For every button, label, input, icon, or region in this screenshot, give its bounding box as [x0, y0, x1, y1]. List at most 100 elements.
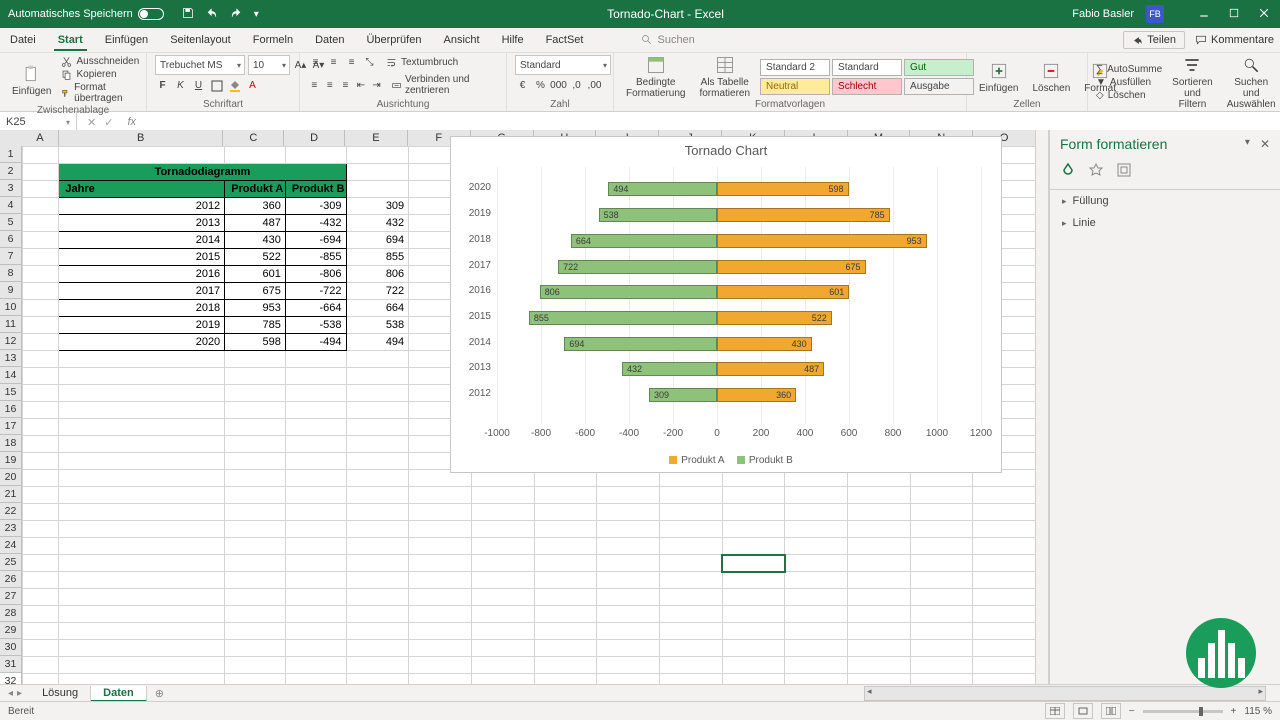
cell[interactable] — [346, 453, 409, 470]
cell[interactable] — [59, 589, 225, 606]
tab-überprüfen[interactable]: Überprüfen — [362, 30, 425, 51]
cell[interactable] — [785, 623, 848, 640]
cell[interactable] — [59, 640, 225, 657]
cell[interactable] — [534, 657, 597, 674]
cell[interactable] — [346, 589, 409, 606]
cell[interactable] — [847, 623, 910, 640]
effects-tab-icon[interactable] — [1088, 162, 1104, 181]
cell[interactable] — [346, 504, 409, 521]
cell[interactable] — [785, 589, 848, 606]
chart-bar-produkt-b[interactable]: 722 — [558, 260, 717, 274]
cell[interactable]: 2012 — [59, 198, 225, 215]
cell[interactable]: 675 — [225, 283, 286, 300]
cell[interactable] — [597, 538, 660, 555]
cell[interactable] — [59, 555, 225, 572]
cell[interactable] — [409, 538, 472, 555]
sheet-tab-daten[interactable]: Daten — [91, 686, 147, 702]
conditional-formatting-button[interactable]: Bedingte Formatierung — [622, 55, 689, 99]
cell-style-option[interactable]: Standard 2 — [760, 59, 830, 76]
cell[interactable] — [225, 487, 286, 504]
cell[interactable] — [722, 589, 785, 606]
cell[interactable] — [23, 453, 59, 470]
cell[interactable] — [285, 538, 346, 555]
cell[interactable] — [285, 470, 346, 487]
cell[interactable] — [659, 589, 722, 606]
chart-bar-produkt-a[interactable]: 785 — [717, 208, 890, 222]
cell[interactable] — [659, 504, 722, 521]
cell-style-option[interactable]: Ausgabe — [904, 78, 974, 95]
cancel-formula-icon[interactable]: ✕ — [87, 116, 96, 129]
cell[interactable] — [597, 504, 660, 521]
cell[interactable] — [346, 487, 409, 504]
cell[interactable] — [23, 249, 59, 266]
row-header[interactable]: 29 — [0, 622, 22, 639]
cell[interactable] — [225, 657, 286, 674]
minimize-icon[interactable] — [1198, 7, 1210, 22]
row-header[interactable]: 19 — [0, 452, 22, 469]
cell[interactable] — [23, 164, 59, 181]
cell[interactable] — [471, 606, 534, 623]
copy-button[interactable]: Kopieren — [61, 68, 139, 81]
undo-icon[interactable] — [206, 7, 218, 22]
row-header[interactable]: 26 — [0, 571, 22, 588]
cell[interactable] — [59, 487, 225, 504]
fill-button[interactable]: ▼Ausfüllen — [1096, 76, 1162, 89]
font-size-select[interactable]: 10 — [248, 55, 290, 75]
cell[interactable] — [346, 470, 409, 487]
cell[interactable] — [659, 538, 722, 555]
cell[interactable] — [847, 640, 910, 657]
fill-color-button[interactable] — [227, 78, 242, 93]
align-bottom-icon[interactable]: ≡ — [344, 55, 359, 70]
cell[interactable] — [973, 555, 1036, 572]
row-header[interactable]: 30 — [0, 639, 22, 656]
cell[interactable]: 487 — [225, 215, 286, 232]
cell[interactable] — [285, 555, 346, 572]
cell[interactable] — [910, 606, 973, 623]
cell[interactable] — [23, 419, 59, 436]
cell[interactable]: -664 — [285, 300, 346, 317]
cell[interactable]: 2014 — [59, 232, 225, 249]
cell[interactable]: -538 — [285, 317, 346, 334]
redo-icon[interactable] — [230, 7, 242, 22]
cell[interactable] — [409, 504, 472, 521]
cell[interactable]: 2013 — [59, 215, 225, 232]
cell[interactable] — [847, 606, 910, 623]
chart-bar-produkt-b[interactable]: 494 — [608, 182, 717, 196]
cell[interactable] — [973, 640, 1036, 657]
cell[interactable] — [285, 385, 346, 402]
row-header[interactable]: 7 — [0, 248, 22, 265]
align-center-icon[interactable]: ≡ — [324, 78, 337, 93]
share-button[interactable]: Teilen — [1123, 31, 1185, 49]
cell[interactable] — [409, 521, 472, 538]
tab-start[interactable]: Start — [54, 30, 87, 51]
cell[interactable]: 430 — [225, 232, 286, 249]
cell[interactable] — [285, 521, 346, 538]
cell[interactable] — [722, 640, 785, 657]
cell[interactable] — [409, 572, 472, 589]
user-avatar[interactable]: FB — [1146, 5, 1164, 23]
cell[interactable]: 2020 — [59, 334, 225, 351]
cell[interactable] — [23, 470, 59, 487]
row-header[interactable]: 18 — [0, 435, 22, 452]
cell[interactable] — [785, 640, 848, 657]
cell[interactable]: 2015 — [59, 249, 225, 266]
increase-indent-icon[interactable]: ⇥ — [370, 78, 383, 93]
cell-style-option[interactable]: Gut — [904, 59, 974, 76]
increase-decimal-icon[interactable]: ,0 — [569, 78, 584, 93]
cell[interactable] — [285, 147, 346, 164]
cell[interactable] — [409, 606, 472, 623]
cell[interactable]: 2018 — [59, 300, 225, 317]
pane-options-icon[interactable]: ▾ — [1245, 137, 1250, 151]
cell-style-option[interactable]: Schlecht — [832, 78, 902, 95]
cell[interactable]: 494 — [346, 334, 409, 351]
cell[interactable] — [659, 623, 722, 640]
align-left-icon[interactable]: ≡ — [308, 78, 321, 93]
autosave-toggle[interactable]: Automatisches Speichern — [8, 8, 164, 20]
cell[interactable]: -806 — [285, 266, 346, 283]
cell[interactable] — [847, 657, 910, 674]
cell[interactable] — [534, 572, 597, 589]
row-header[interactable]: 23 — [0, 520, 22, 537]
row-header[interactable]: 31 — [0, 656, 22, 673]
tab-ansicht[interactable]: Ansicht — [439, 30, 483, 51]
cell[interactable] — [722, 538, 785, 555]
